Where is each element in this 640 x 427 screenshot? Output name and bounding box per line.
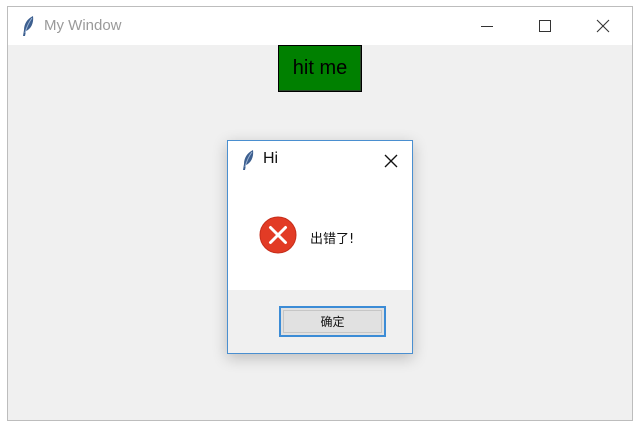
dialog-titlebar[interactable]: Hi bbox=[228, 141, 412, 179]
main-titlebar[interactable]: My Window bbox=[8, 7, 632, 45]
error-dialog: Hi 出错了! 确定 bbox=[227, 140, 413, 354]
dialog-close-button[interactable] bbox=[374, 147, 408, 175]
feather-icon bbox=[21, 15, 35, 37]
window-title: My Window bbox=[44, 17, 122, 34]
dialog-body: 出错了! bbox=[228, 179, 412, 290]
close-button[interactable] bbox=[574, 7, 632, 45]
dialog-footer: 确定 bbox=[228, 290, 412, 353]
error-icon bbox=[259, 216, 297, 254]
error-message: 出错了! bbox=[310, 232, 355, 247]
hit-me-button[interactable]: hit me bbox=[278, 45, 362, 92]
close-icon bbox=[596, 19, 610, 33]
close-icon bbox=[384, 154, 398, 168]
ok-button-label: 确定 bbox=[283, 310, 382, 333]
dialog-title: Hi bbox=[263, 150, 279, 167]
maximize-button[interactable] bbox=[516, 7, 574, 45]
ok-button[interactable]: 确定 bbox=[279, 306, 386, 337]
feather-icon bbox=[241, 149, 255, 171]
maximize-icon bbox=[539, 20, 551, 32]
minimize-icon bbox=[481, 26, 493, 27]
minimize-button[interactable] bbox=[458, 7, 516, 45]
